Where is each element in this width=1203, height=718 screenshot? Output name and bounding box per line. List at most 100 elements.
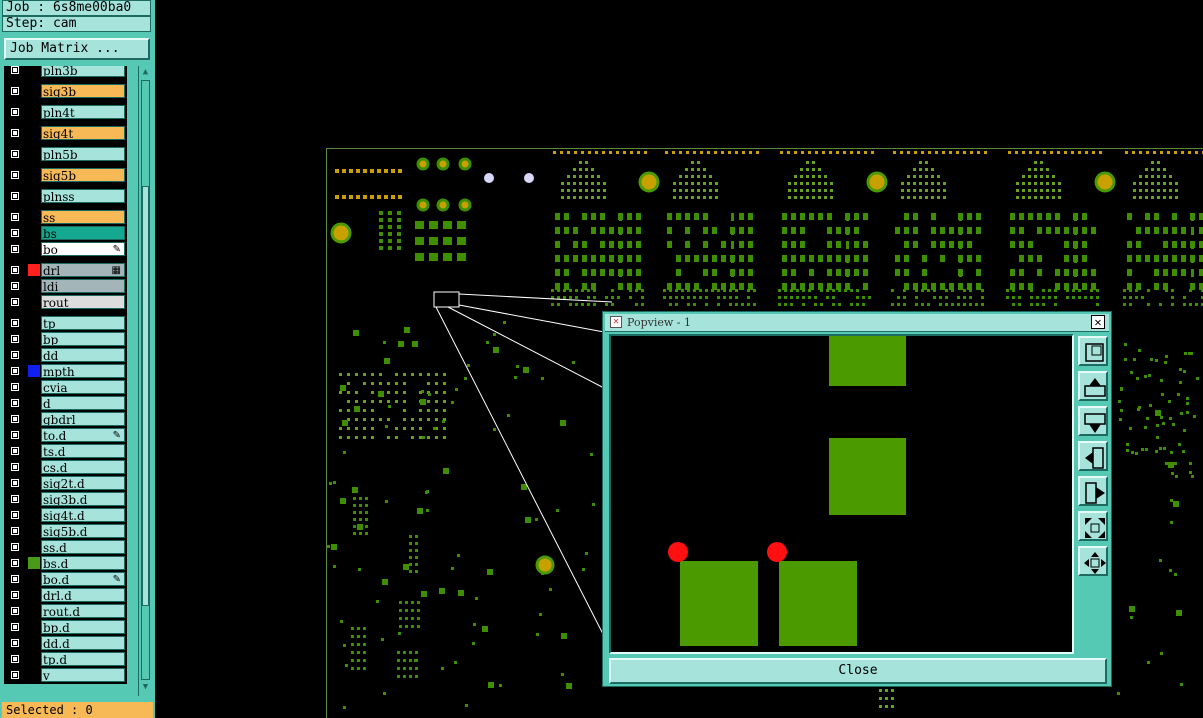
layer-row-sig5b[interactable]: sig5b xyxy=(4,167,127,183)
layer-name[interactable]: gbdrl xyxy=(41,412,125,426)
layer-row-tp-d[interactable]: tp.d xyxy=(4,651,127,667)
layer-row-dd[interactable]: dd xyxy=(4,347,127,363)
layer-row-ts-d[interactable]: ts.d xyxy=(4,443,127,459)
layer-checkbox[interactable] xyxy=(10,334,20,344)
layer-name[interactable]: bp.d xyxy=(41,620,125,634)
layer-checkbox[interactable] xyxy=(10,366,20,376)
popview-window[interactable]: ✕ Popview - 1 ✕ Close xyxy=(602,311,1112,687)
layer-row-sig5b-d[interactable]: sig5b.d xyxy=(4,523,127,539)
layer-row-sig4t-d[interactable]: sig4t.d xyxy=(4,507,127,523)
layer-checkbox[interactable] xyxy=(10,670,20,680)
zoom-fit-button[interactable] xyxy=(1078,336,1108,366)
layer-row-cvia[interactable]: cvia xyxy=(4,379,127,395)
layer-name[interactable]: sig4t xyxy=(41,126,125,140)
layer-row-sig3b[interactable]: sig3b xyxy=(4,83,127,99)
layer-name[interactable]: to.d ✎ xyxy=(41,428,125,442)
layer-checkbox[interactable] xyxy=(10,382,20,392)
layer-checkbox[interactable] xyxy=(10,510,20,520)
layer-row-ss[interactable]: ss xyxy=(4,209,127,225)
layer-checkbox[interactable] xyxy=(10,86,20,96)
pan-down-button[interactable] xyxy=(1078,406,1108,436)
window-menu-icon[interactable]: ✕ xyxy=(610,316,622,328)
layer-name[interactable]: pln5b xyxy=(41,147,125,161)
layer-checkbox[interactable] xyxy=(10,228,20,238)
layer-checkbox[interactable] xyxy=(10,638,20,648)
layer-name[interactable]: cvia xyxy=(41,380,125,394)
layer-name[interactable]: sig5b.d xyxy=(41,524,125,538)
layer-name[interactable]: bs.d xyxy=(41,556,125,570)
close-icon[interactable]: ✕ xyxy=(1091,315,1105,329)
layer-name[interactable]: v xyxy=(41,668,125,682)
layer-row-bs[interactable]: bs xyxy=(4,225,127,241)
layer-row-dd-d[interactable]: dd.d xyxy=(4,635,127,651)
layer-checkbox[interactable] xyxy=(10,430,20,440)
layer-name[interactable]: sig3b xyxy=(41,84,125,98)
layer-name[interactable]: mpth xyxy=(41,364,125,378)
layer-row-plnss[interactable]: plnss xyxy=(4,188,127,204)
layer-name[interactable]: dd xyxy=(41,348,125,362)
pan-left-button[interactable] xyxy=(1078,441,1108,471)
layer-row-tp[interactable]: tp xyxy=(4,315,127,331)
job-matrix-button[interactable]: Job Matrix ... xyxy=(4,38,150,60)
layer-row-to-d[interactable]: to.d ✎ xyxy=(4,427,127,443)
layer-checkbox[interactable] xyxy=(10,350,20,360)
layer-row-pln4t[interactable]: pln4t xyxy=(4,104,127,120)
layer-checkbox[interactable] xyxy=(10,66,20,75)
layer-checkbox[interactable] xyxy=(10,170,20,180)
scroll-thumb[interactable] xyxy=(142,186,149,606)
layer-name[interactable]: drl ▦ xyxy=(41,263,125,277)
layer-row-sig3b-d[interactable]: sig3b.d xyxy=(4,491,127,507)
layer-name[interactable]: bp xyxy=(41,332,125,346)
layer-checkbox[interactable] xyxy=(10,107,20,117)
layer-name[interactable]: d xyxy=(41,396,125,410)
layer-checkbox[interactable] xyxy=(10,526,20,536)
layer-name[interactable]: ss xyxy=(41,210,125,224)
layer-checkbox[interactable] xyxy=(10,654,20,664)
layer-row-ldi[interactable]: ldi xyxy=(4,278,127,294)
layer-name[interactable]: sig3b.d xyxy=(41,492,125,506)
layer-checkbox[interactable] xyxy=(10,149,20,159)
layer-checkbox[interactable] xyxy=(10,244,20,254)
layer-checkbox[interactable] xyxy=(10,558,20,568)
layer-checkbox[interactable] xyxy=(10,446,20,456)
layer-row-drl-d[interactable]: drl.d xyxy=(4,587,127,603)
zoom-in-button[interactable] xyxy=(1078,511,1108,541)
layer-checkbox[interactable] xyxy=(10,462,20,472)
scroll-down-icon[interactable]: ▼ xyxy=(140,682,151,693)
layer-name[interactable]: sig2t.d xyxy=(41,476,125,490)
layer-name[interactable]: ldi xyxy=(41,279,125,293)
layer-row-rout[interactable]: rout xyxy=(4,294,127,310)
layer-row-bo[interactable]: bo ✎ xyxy=(4,241,127,257)
layer-color-swatch[interactable] xyxy=(28,557,40,569)
layer-checkbox[interactable] xyxy=(10,622,20,632)
layer-row-bo-d[interactable]: bo.d ✎ xyxy=(4,571,127,587)
layer-name[interactable]: ts.d xyxy=(41,444,125,458)
layer-row-cs-d[interactable]: cs.d xyxy=(4,459,127,475)
layer-row-d[interactable]: d xyxy=(4,395,127,411)
layer-row-ss-d[interactable]: ss.d xyxy=(4,539,127,555)
layer-checkbox[interactable] xyxy=(10,191,20,201)
layer-checkbox[interactable] xyxy=(10,281,20,291)
layer-name[interactable]: bo.d ✎ xyxy=(41,572,125,586)
layer-checkbox[interactable] xyxy=(10,606,20,616)
layer-row-gbdrl[interactable]: gbdrl xyxy=(4,411,127,427)
layer-row-pln3b[interactable]: pln3b xyxy=(4,66,127,78)
layer-name[interactable]: rout xyxy=(41,295,125,309)
layer-name[interactable]: tp xyxy=(41,316,125,330)
layer-name[interactable]: bs xyxy=(41,226,125,240)
layer-list-scrollbar[interactable]: ▲ ▼ xyxy=(138,66,152,696)
layer-checkbox[interactable] xyxy=(10,478,20,488)
layer-row-bp[interactable]: bp xyxy=(4,331,127,347)
layer-name[interactable]: rout.d xyxy=(41,604,125,618)
layer-name[interactable]: dd.d xyxy=(41,636,125,650)
scroll-up-icon[interactable]: ▲ xyxy=(140,67,151,78)
layer-checkbox[interactable] xyxy=(10,297,20,307)
layer-name[interactable]: pln4t xyxy=(41,105,125,119)
layer-name[interactable]: sig5b xyxy=(41,168,125,182)
layer-row-mpth[interactable]: mpth xyxy=(4,363,127,379)
layer-row-v[interactable]: v xyxy=(4,667,127,683)
layer-checkbox[interactable] xyxy=(10,590,20,600)
layer-checkbox[interactable] xyxy=(10,398,20,408)
pan-right-button[interactable] xyxy=(1078,476,1108,506)
layer-name[interactable]: tp.d xyxy=(41,652,125,666)
